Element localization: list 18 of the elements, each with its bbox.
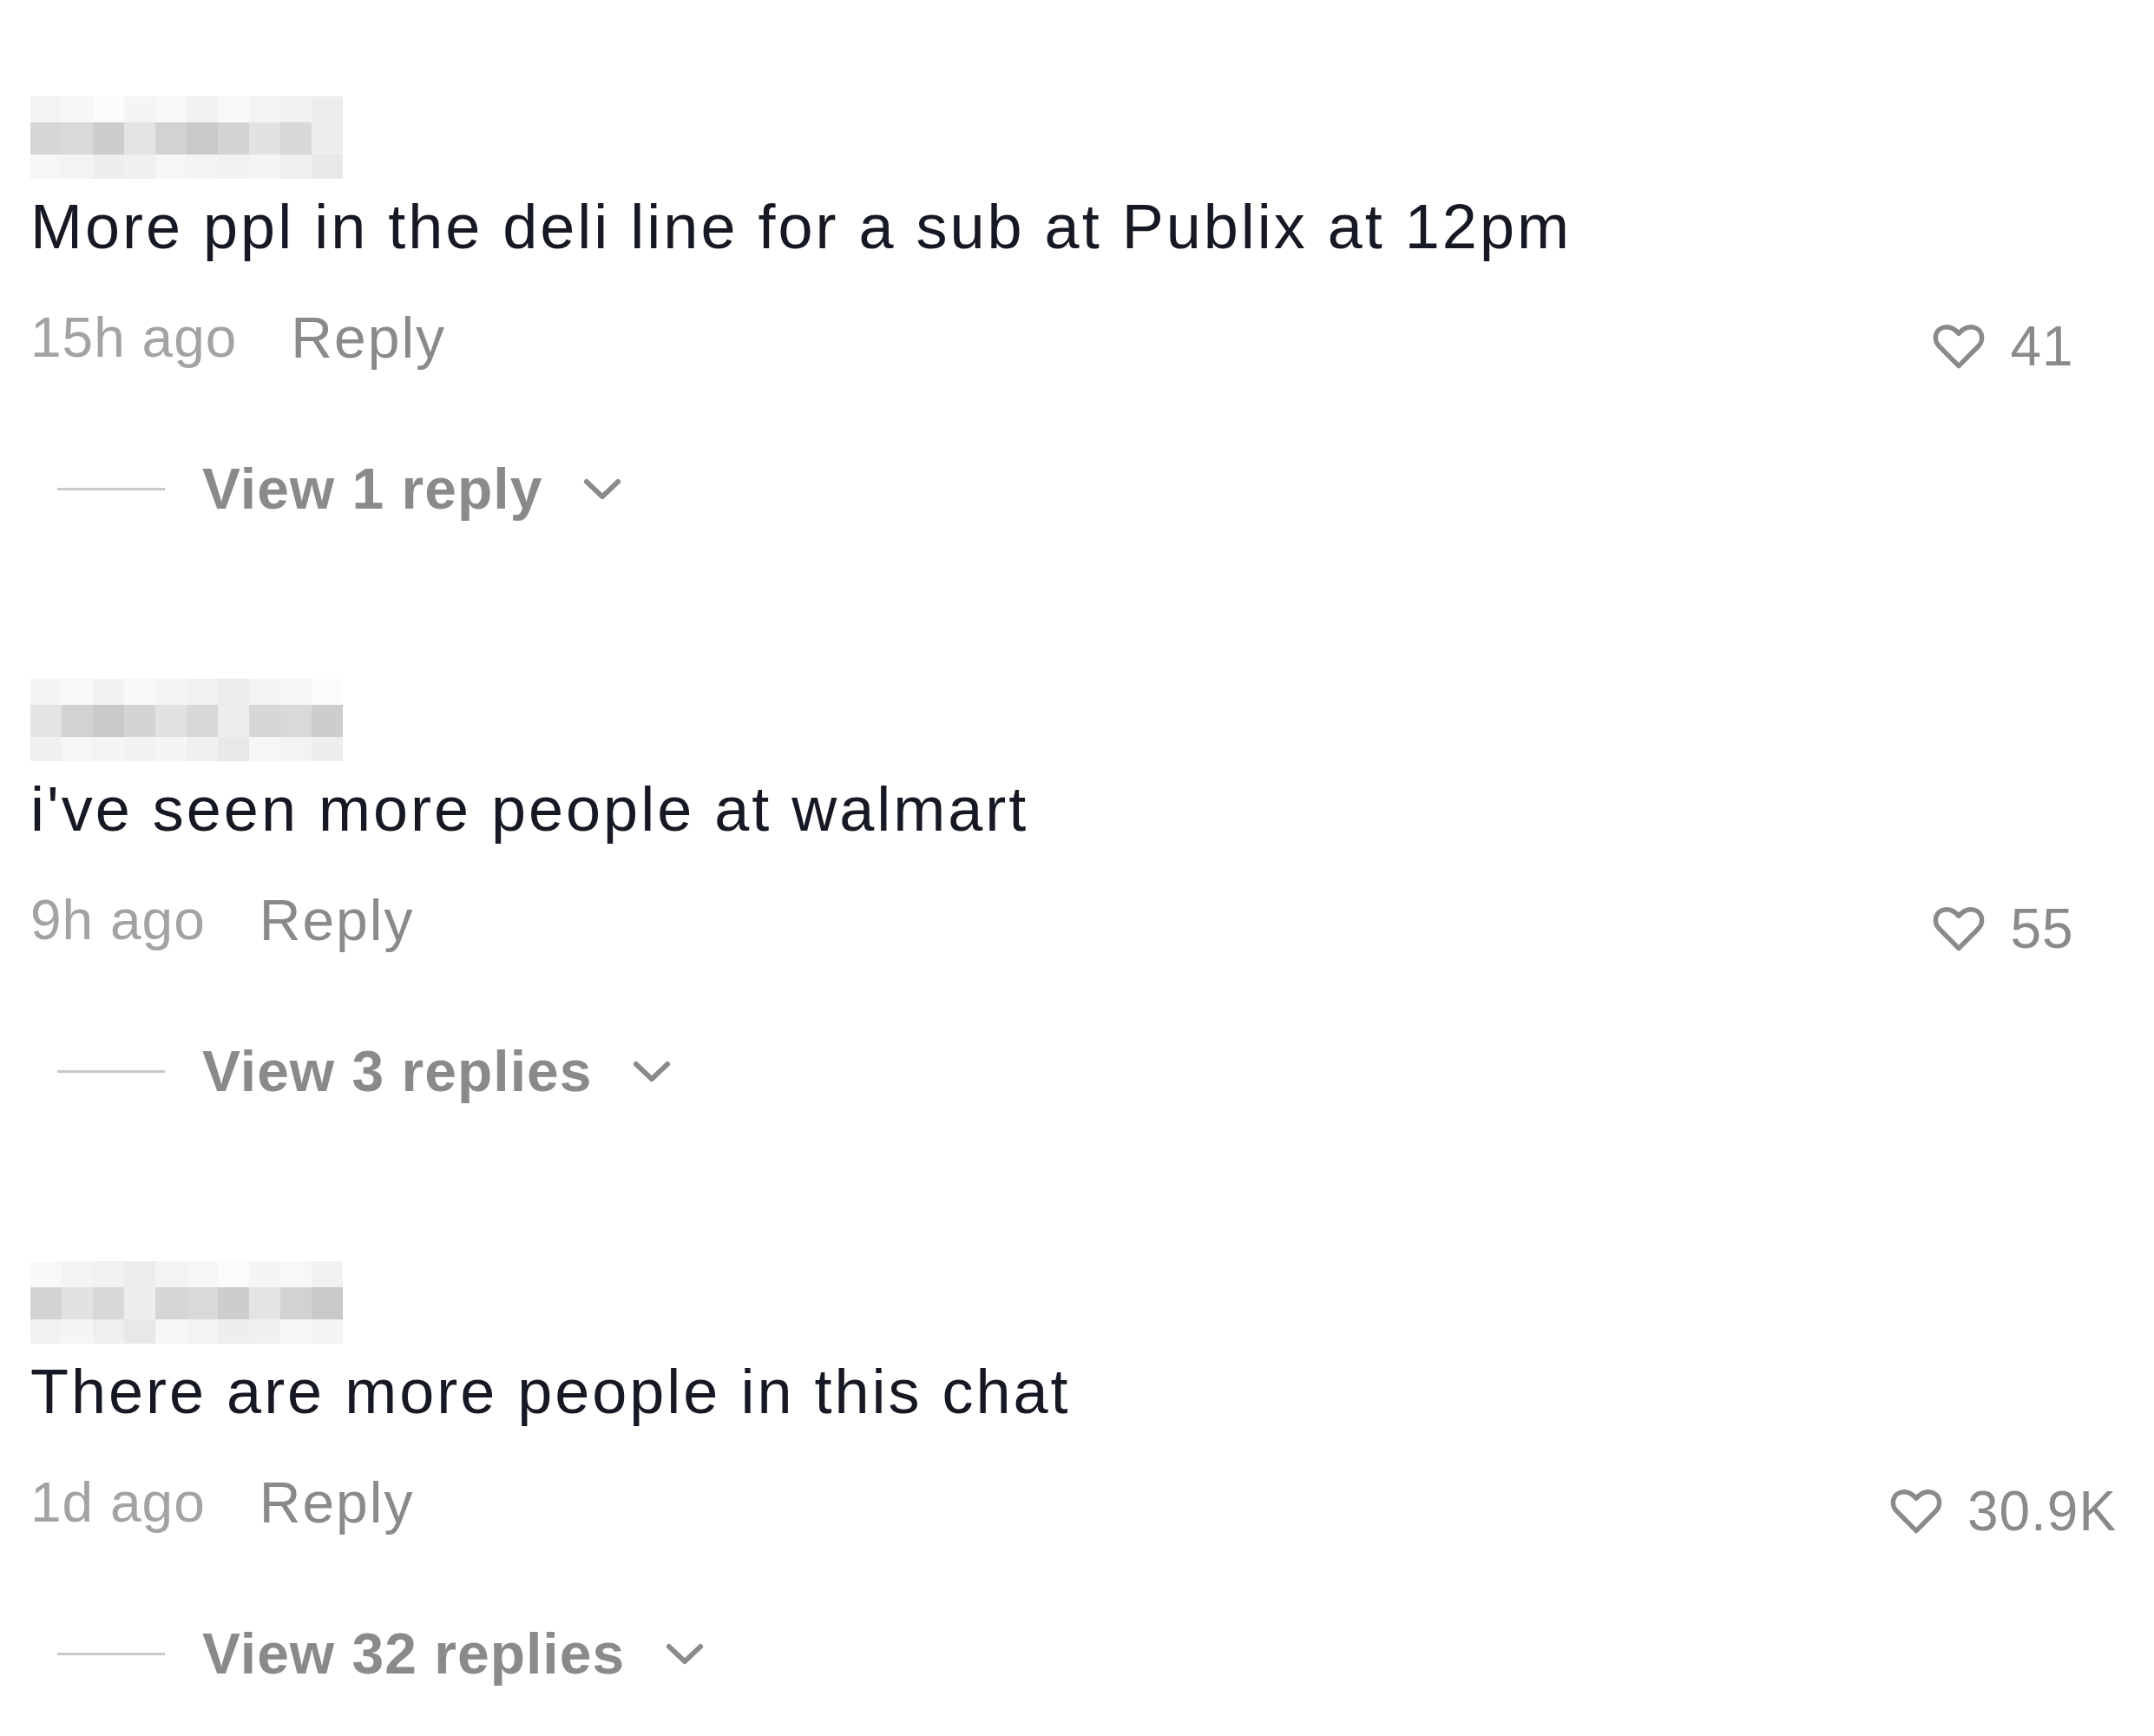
chevron-down-icon	[665, 1641, 706, 1666]
comment-text: There are more people in this chat	[30, 1357, 1071, 1426]
comment-time: 1d ago	[30, 1470, 206, 1535]
comment-text: More ppl in the deli line for a sub at Publix at 12pm	[30, 192, 1572, 261]
chevron-down-icon	[582, 477, 623, 501]
comment-text: i've seen more people at walmart	[30, 774, 1029, 844]
comment-time: 15h ago	[30, 306, 238, 371]
chevron-down-icon	[632, 1059, 673, 1083]
reply-button[interactable]: Reply	[291, 305, 447, 371]
comment-time: 9h ago	[30, 888, 206, 953]
reply-button[interactable]: Reply	[259, 1470, 415, 1535]
like-button[interactable]: 30.9K	[1888, 1478, 2118, 1544]
reply-button[interactable]: Reply	[259, 887, 415, 953]
like-button[interactable]: 55	[1932, 896, 2074, 962]
view-replies-button[interactable]: View 3 replies	[202, 1036, 673, 1106]
view-replies-button[interactable]: View 32 replies	[202, 1619, 706, 1688]
like-button[interactable]: 41	[1932, 313, 2074, 379]
view-replies-button[interactable]: View 1 reply	[202, 454, 623, 523]
